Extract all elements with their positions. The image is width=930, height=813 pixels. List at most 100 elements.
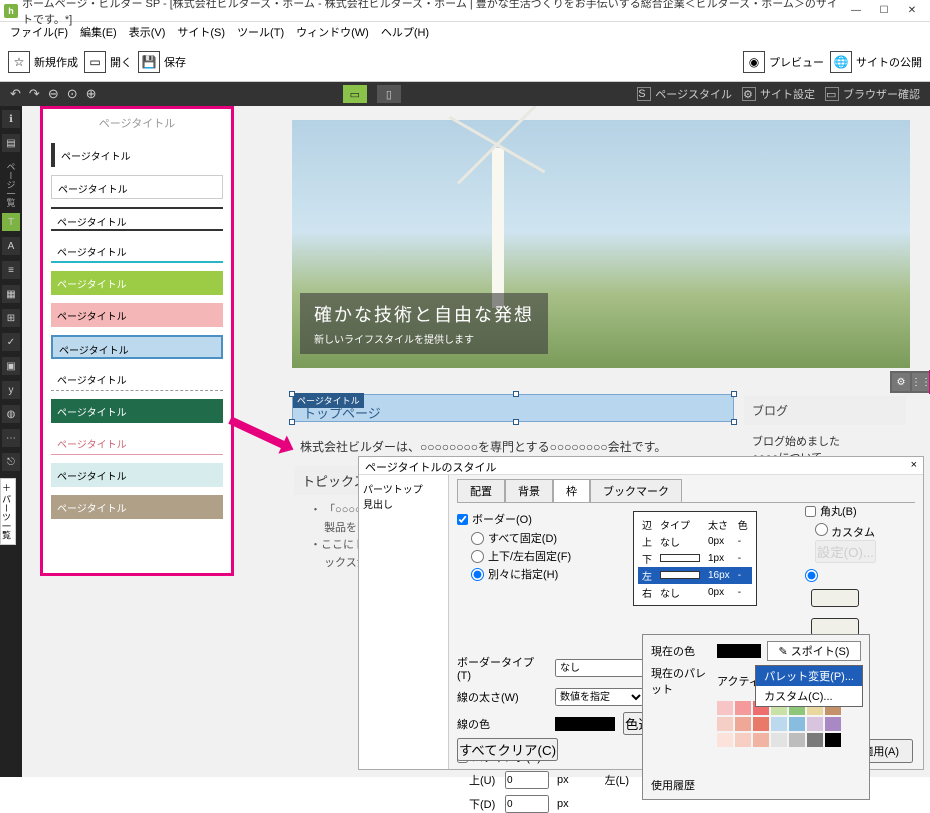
publish-button[interactable]: 🌐サイトの公開	[830, 51, 922, 73]
palette-swatch[interactable]	[753, 733, 769, 747]
style-option[interactable]: ページタイトル	[51, 207, 223, 231]
selected-page-title-block[interactable]: ページタイトル トップページ	[292, 394, 734, 422]
resize-handle[interactable]	[731, 419, 737, 425]
border-vh-radio[interactable]	[471, 550, 484, 563]
rail-title-icon[interactable]: T	[2, 213, 20, 231]
desktop-view-icon[interactable]: ▭	[343, 85, 367, 103]
style-option[interactable]: ページタイトル	[51, 463, 223, 487]
table-row[interactable]: 左16px-	[638, 567, 752, 584]
redo-icon[interactable]: ↷	[29, 86, 40, 102]
palette-swatch[interactable]	[771, 733, 787, 747]
minimize-button[interactable]: ―	[842, 1, 870, 21]
menu-file[interactable]: ファイル(F)	[6, 24, 72, 40]
eyedropper-button[interactable]: ✎ スポイト(S)	[767, 641, 861, 661]
palette-swatch[interactable]	[735, 701, 751, 715]
site-settings-button[interactable]: ⚙サイト設定	[742, 86, 815, 102]
palette-swatch[interactable]	[753, 717, 769, 731]
style-option[interactable]: ページタイトル	[51, 271, 223, 295]
rail-check-icon[interactable]: ✓	[2, 333, 20, 351]
open-button[interactable]: ▭開く	[84, 51, 132, 73]
palette-swatch[interactable]	[789, 717, 805, 731]
palette-swatch[interactable]	[735, 717, 751, 731]
palette-swatch[interactable]	[717, 733, 733, 747]
rail-info-icon[interactable]: ℹ	[2, 110, 20, 128]
palette-swatch[interactable]	[825, 717, 841, 731]
blog-item[interactable]: ブログ始めました	[752, 433, 898, 449]
rail-map-icon[interactable]: ◍	[2, 405, 20, 423]
rail-page-icon[interactable]: ▤	[2, 134, 20, 152]
rail-grid-icon[interactable]: ⊞	[2, 309, 20, 327]
menu-window[interactable]: ウィンドウ(W)	[292, 24, 373, 40]
round-preset[interactable]	[811, 589, 859, 607]
close-button[interactable]: ✕	[898, 1, 926, 21]
tab-background[interactable]: 背景	[505, 479, 553, 502]
table-row[interactable]: 下1px-	[638, 550, 752, 567]
border-all-radio[interactable]	[471, 532, 484, 545]
blog-heading[interactable]: ブログ	[744, 396, 906, 425]
style-option[interactable]: ページタイトル	[51, 399, 223, 423]
dialog-tree[interactable]: パーツトップ 見出し	[359, 475, 449, 769]
parts-strip[interactable]: ＋ パーツ一覧	[0, 478, 16, 545]
round-custom-radio[interactable]	[815, 523, 828, 536]
style-option[interactable]: ページタイトル	[51, 175, 223, 199]
rail-social-icon[interactable]: y	[2, 381, 20, 399]
zoom-out-icon[interactable]: ⊖	[48, 86, 59, 102]
menu-site[interactable]: サイト(S)	[173, 24, 229, 40]
table-row[interactable]: 右なし0px-	[638, 584, 752, 601]
menu-tool[interactable]: ツール(T)	[233, 24, 288, 40]
page-style-button[interactable]: Sページスタイル	[637, 86, 732, 102]
style-option[interactable]: ページタイトル	[51, 303, 223, 327]
palette-swatch[interactable]	[771, 717, 787, 731]
rail-link-icon[interactable]: ⎋	[2, 453, 20, 471]
move-icon[interactable]: ⋮⋮	[912, 373, 930, 391]
rail-more-icon[interactable]: ⋯	[2, 429, 20, 447]
tab-border[interactable]: 枠	[553, 479, 590, 502]
rail-table-icon[interactable]: ▦	[2, 285, 20, 303]
zoom-reset-icon[interactable]: ⊙	[67, 86, 78, 102]
line-width-mode[interactable]: 数値を指定	[555, 688, 645, 706]
maximize-button[interactable]: ☐	[870, 1, 898, 21]
resize-handle[interactable]	[289, 419, 295, 425]
border-each-radio[interactable]	[471, 568, 484, 581]
pad-down-input[interactable]	[505, 795, 549, 813]
settings-icon[interactable]: ⚙	[892, 373, 910, 391]
palette-swatch[interactable]	[825, 733, 841, 747]
style-option[interactable]: ページタイトル	[51, 431, 223, 455]
browser-check-button[interactable]: ▭ブラウザー確認	[825, 86, 920, 102]
dialog-close-icon[interactable]: ×	[911, 459, 917, 472]
style-option-selected[interactable]: ページタイトル	[51, 335, 223, 359]
tab-bookmark[interactable]: ブックマーク	[590, 479, 682, 502]
rail-list-icon[interactable]: ≡	[2, 261, 20, 279]
resize-handle[interactable]	[731, 391, 737, 397]
resize-handle[interactable]	[289, 391, 295, 397]
new-button[interactable]: ☆新規作成	[8, 51, 78, 73]
tab-layout[interactable]: 配置	[457, 479, 505, 502]
clear-all-button[interactable]: すべてクリア(C)	[457, 738, 558, 761]
hero-image[interactable]: 確かな技術と自由な発想 新しいライフスタイルを提供します	[292, 120, 910, 368]
style-option[interactable]: ページタイトル	[51, 143, 223, 167]
body-text[interactable]: 株式会社ビルダーは、○○○○○○○○を専門とする○○○○○○○○会社です。	[300, 438, 666, 455]
border-checkbox[interactable]	[457, 514, 468, 525]
palette-change-item[interactable]: パレット変更(P)...	[756, 666, 862, 686]
round-settings-button[interactable]: 設定(O)...	[815, 540, 876, 563]
style-option[interactable]: ページタイトル	[51, 239, 223, 263]
save-button[interactable]: 💾保存	[138, 51, 186, 73]
palette-swatch[interactable]	[735, 733, 751, 747]
mobile-view-icon[interactable]: ▯	[377, 85, 401, 103]
menu-edit[interactable]: 編集(E)	[76, 24, 121, 40]
palette-custom-item[interactable]: カスタム(C)...	[756, 686, 862, 706]
zoom-in-icon[interactable]: ⊕	[86, 86, 97, 102]
menu-help[interactable]: ヘルプ(H)	[377, 24, 433, 40]
undo-icon[interactable]: ↶	[10, 86, 21, 102]
style-option[interactable]: ページタイトル	[51, 367, 223, 391]
resize-handle[interactable]	[513, 419, 519, 425]
style-option[interactable]: ページタイトル	[51, 495, 223, 519]
round-preset-radio[interactable]	[805, 569, 818, 582]
palette-swatch[interactable]	[717, 701, 733, 715]
resize-handle[interactable]	[513, 391, 519, 397]
pad-up-input[interactable]	[505, 771, 549, 789]
palette-swatch[interactable]	[807, 733, 823, 747]
block-title-text[interactable]: トップページ	[303, 403, 381, 422]
palette-swatch[interactable]	[789, 733, 805, 747]
palette-swatch[interactable]	[717, 717, 733, 731]
